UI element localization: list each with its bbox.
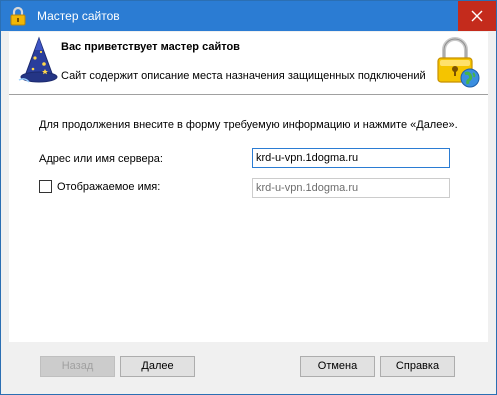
site-wizard-window: Мастер сайтов Вас приветствует мастер са… [0,0,497,395]
header-subtitle: Сайт содержит описание места назначения … [61,70,426,82]
next-button[interactable]: Далее [120,356,195,377]
window-title: Мастер сайтов [37,9,120,23]
header-title: Вас приветствует мастер сайтов [61,41,240,53]
title-bar[interactable]: Мастер сайтов [1,1,496,31]
display-name-checkbox[interactable] [39,180,52,193]
close-icon [471,10,483,22]
server-address-input[interactable] [252,148,450,168]
cancel-button[interactable]: Отмена [300,356,375,377]
help-button[interactable]: Справка [380,356,455,377]
server-address-label: Адрес или имя сервера: [39,153,163,165]
display-name-input [252,178,450,198]
lock-icon [9,6,27,26]
wizard-body: Для продолжения внесите в форму требуему… [9,95,488,342]
display-name-label: Отображаемое имя: [57,181,161,193]
wizard-hat-icon [17,36,59,86]
back-button: Назад [40,356,115,377]
instruction-text: Для продолжения внесите в форму требуему… [39,119,458,131]
button-bar: Назад Далее Отмена Справка [9,342,488,388]
lock-globe-icon [434,36,480,88]
close-button[interactable] [458,1,496,31]
wizard-header: Вас приветствует мастер сайтов Сайт соде… [9,32,488,95]
